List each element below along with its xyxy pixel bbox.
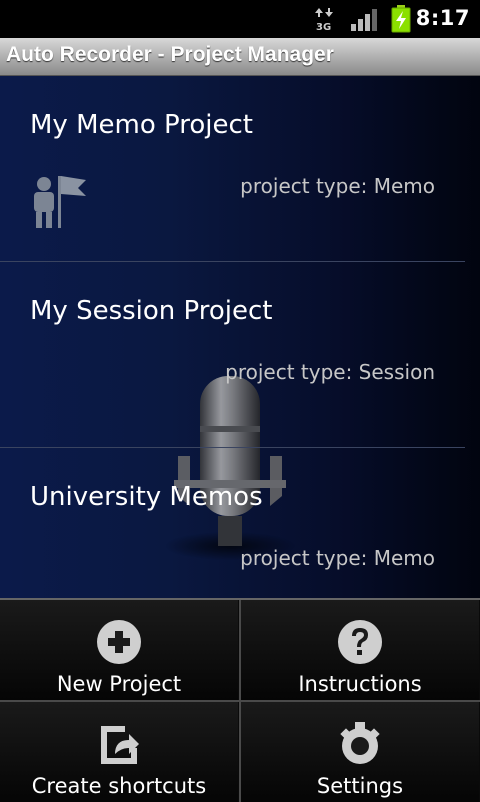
options-menu: New Project Instructions Create shortcut… bbox=[0, 598, 480, 802]
instructions-button[interactable]: Instructions bbox=[241, 600, 479, 700]
project-list-area: My Memo Project project type: Memo My Se… bbox=[0, 76, 480, 598]
project-item[interactable]: My Memo Project project type: Memo bbox=[0, 76, 465, 262]
title-bar: Auto Recorder - Project Manager bbox=[0, 38, 480, 76]
gear-icon bbox=[340, 722, 380, 764]
help-circle-icon bbox=[338, 620, 382, 664]
project-type: project type: Memo bbox=[240, 174, 435, 198]
create-shortcuts-button[interactable]: Create shortcuts bbox=[0, 702, 238, 802]
create-shortcuts-label: Create shortcuts bbox=[31, 774, 207, 798]
status-bar: 3G 8:17 bbox=[0, 0, 480, 38]
person-flag-icon bbox=[34, 176, 86, 228]
shortcut-icon bbox=[101, 726, 139, 764]
new-project-button[interactable]: New Project bbox=[0, 600, 238, 700]
status-clock: 8:17 bbox=[415, 6, 470, 30]
plus-circle-icon bbox=[97, 620, 141, 664]
app-title: Auto Recorder - Project Manager bbox=[6, 43, 334, 66]
instructions-label: Instructions bbox=[298, 672, 422, 696]
data-arrows-icon: 3G bbox=[315, 8, 333, 32]
project-type: project type: Session bbox=[225, 360, 435, 384]
project-name: My Session Project bbox=[30, 296, 273, 326]
signal-icon bbox=[351, 9, 377, 31]
project-type: project type: Memo bbox=[240, 546, 435, 570]
project-item[interactable]: My Session Project project type: Session bbox=[0, 262, 465, 448]
project-name: My Memo Project bbox=[30, 110, 253, 140]
project-name: University Memos bbox=[30, 482, 263, 512]
project-item[interactable]: University Memos project type: Memo bbox=[0, 448, 465, 598]
network-label: 3G bbox=[316, 22, 331, 32]
new-project-label: New Project bbox=[56, 672, 182, 696]
settings-button[interactable]: Settings bbox=[241, 702, 479, 802]
battery-charging-icon bbox=[391, 5, 411, 33]
menu-divider-horizontal bbox=[0, 700, 480, 702]
project-list: My Memo Project project type: Memo My Se… bbox=[0, 76, 480, 598]
settings-label: Settings bbox=[316, 774, 404, 798]
